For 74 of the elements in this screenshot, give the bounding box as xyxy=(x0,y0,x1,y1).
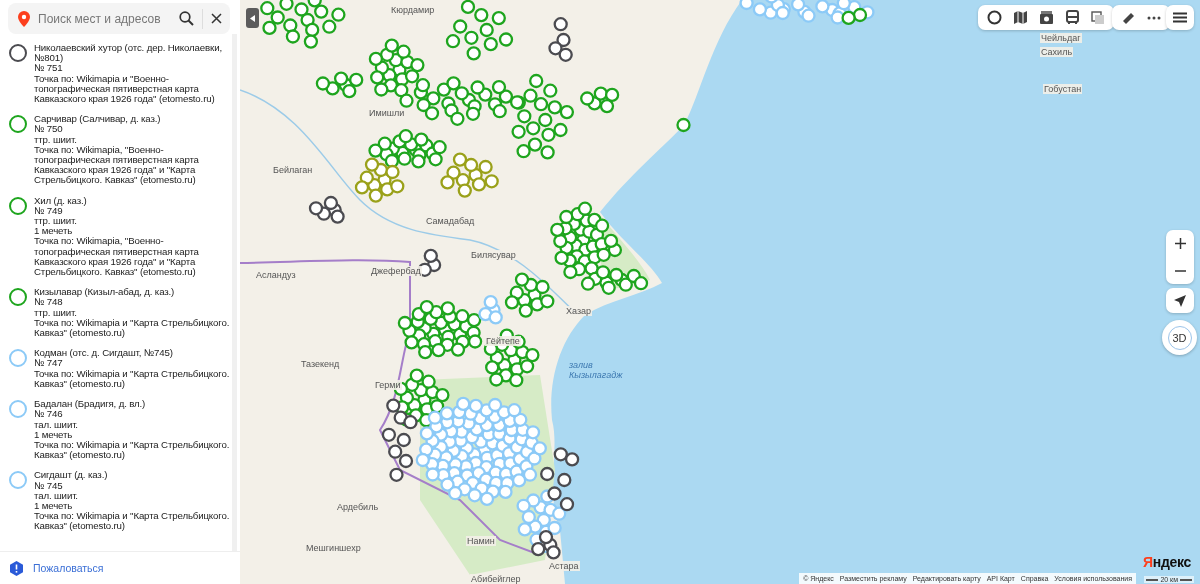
place-label: Билясувар xyxy=(470,250,517,260)
place-label: Герми xyxy=(374,380,402,390)
place-title[interactable]: Сарчивар (Салчивар, д. каз.) xyxy=(34,114,232,125)
place-detail: 1 мечеть xyxy=(34,226,74,237)
place-label: Самадабад xyxy=(425,216,476,226)
place-number: № 750 xyxy=(34,124,63,135)
place-label: Намин xyxy=(466,536,496,546)
place-source: Точка по: Wikimapia и "Карта Стрельбицкого. Кавказ" (etomesto.ru) xyxy=(34,511,231,532)
place-source: Точка по: Wikimapia, "Военно-топографическая пятиверстная карта Кавказского края 1926 года" и "Карта Стрельбицкого. Кавказ" (etomesto.ru) xyxy=(34,236,200,278)
place-label: Гобустан xyxy=(1043,84,1083,94)
bay-label: залив Кызылагадж xyxy=(568,360,624,380)
place-number: № 747 xyxy=(34,358,63,369)
minus-icon xyxy=(1174,269,1186,272)
place-detail: тал. шиит. xyxy=(34,490,79,501)
squares-icon xyxy=(1091,10,1105,25)
yandex-logo: Яндекс xyxy=(1143,554,1191,570)
location-button[interactable] xyxy=(1166,288,1194,313)
place-label: Мешгиншехр xyxy=(305,543,362,553)
place-source: Точка по: Wikimapia и "Карта Стрельбицкого. Кавказ" (etomesto.ru) xyxy=(34,317,231,339)
ruler-icon xyxy=(1121,10,1135,25)
circle-icon xyxy=(986,10,1002,25)
place-label: Бейлаган xyxy=(272,165,314,175)
warning-icon xyxy=(10,560,23,576)
place-source: Точка по: Wikimapia и "Военно-топографическая пятиверстная карта Кавказского края 1926 года" (etomesto.ru) xyxy=(34,73,216,105)
camera-icon xyxy=(1038,10,1054,25)
place-detail: ттр. шиит. xyxy=(34,307,78,318)
compass-button[interactable]: 3D xyxy=(1162,320,1197,355)
place-source: Точка по: Wikimapia и "Карта Стрельбицкого. Кавказ" (etomesto.ru) xyxy=(34,368,231,390)
plus-icon xyxy=(1174,238,1186,249)
complaint-link[interactable]: Пожаловаться xyxy=(33,562,104,574)
place-title[interactable]: Николаевский хутор (отс. дер. Николаевки, №801) xyxy=(34,43,232,64)
place-title[interactable]: Кизылавар (Кизыл-абад, д. каз.) xyxy=(34,287,232,298)
bus-icon xyxy=(1065,10,1079,25)
place-label: Кюрдамир xyxy=(390,5,436,15)
search-button[interactable] xyxy=(179,11,194,26)
place-label: Астара xyxy=(548,561,580,571)
place-title[interactable]: Сигдашт (д. каз.) xyxy=(34,470,232,481)
more-icon xyxy=(1147,15,1161,20)
place-number: № 748 xyxy=(34,297,63,308)
place-number: № 746 xyxy=(34,409,63,420)
place-label: Ардебиль xyxy=(336,502,380,512)
arrow-icon xyxy=(1174,294,1186,307)
collapse-button[interactable] xyxy=(246,8,259,28)
place-label: Джефербад xyxy=(370,266,422,276)
place-label: Сахиль xyxy=(1040,47,1074,57)
place-title[interactable]: Бадалан (Брадигя, д. вл.) xyxy=(34,399,232,410)
map-icon xyxy=(1012,10,1028,25)
place-label: Абибейглер xyxy=(470,574,522,584)
place-source: Точка по: Wikimapia и "Карта Стрельбицкого. Кавказ" (etomesto.ru) xyxy=(34,439,231,461)
close-icon xyxy=(211,13,222,24)
pin-icon xyxy=(18,10,30,27)
place-detail: ттр. шиит. xyxy=(34,216,78,227)
place-label: Гёйтепе xyxy=(485,336,521,346)
place-number: № 745 xyxy=(34,480,63,491)
place-detail: тал. шиит. xyxy=(34,419,79,430)
place-source: Точка по: Wikimapia, "Военно-топографическая пятиверстная карта Кавказского края 1926 года" и "Карта Стрельбицкого. Кавказ" (etomesto.ru) xyxy=(34,144,200,186)
menu-icon xyxy=(1173,12,1187,23)
place-label: Имишли xyxy=(368,108,406,118)
place-detail: 1 мечеть xyxy=(34,500,74,512)
place-title[interactable]: Хил (д. каз.) xyxy=(34,195,232,206)
place-label: Асландуз xyxy=(255,270,297,280)
search-field[interactable]: Поиск мест и адресов xyxy=(38,8,171,29)
search-bar[interactable]: Поиск мест и адресов xyxy=(8,3,230,34)
place-detail: ттр. шиит. xyxy=(34,134,78,145)
search-icon xyxy=(179,11,194,26)
close-button[interactable] xyxy=(211,13,222,24)
place-number: № 751 xyxy=(34,63,64,74)
caret-icon xyxy=(250,14,255,22)
place-label: Хазар xyxy=(565,306,593,316)
place-label: Чейльдаг xyxy=(1040,33,1082,43)
place-number: № 749 xyxy=(34,205,63,217)
place-title[interactable]: Кодман (отс. д. Сигдашт, №745) xyxy=(34,348,232,359)
place-label: Тазекенд xyxy=(300,359,341,369)
place-detail: 1 мечеть xyxy=(34,429,74,440)
